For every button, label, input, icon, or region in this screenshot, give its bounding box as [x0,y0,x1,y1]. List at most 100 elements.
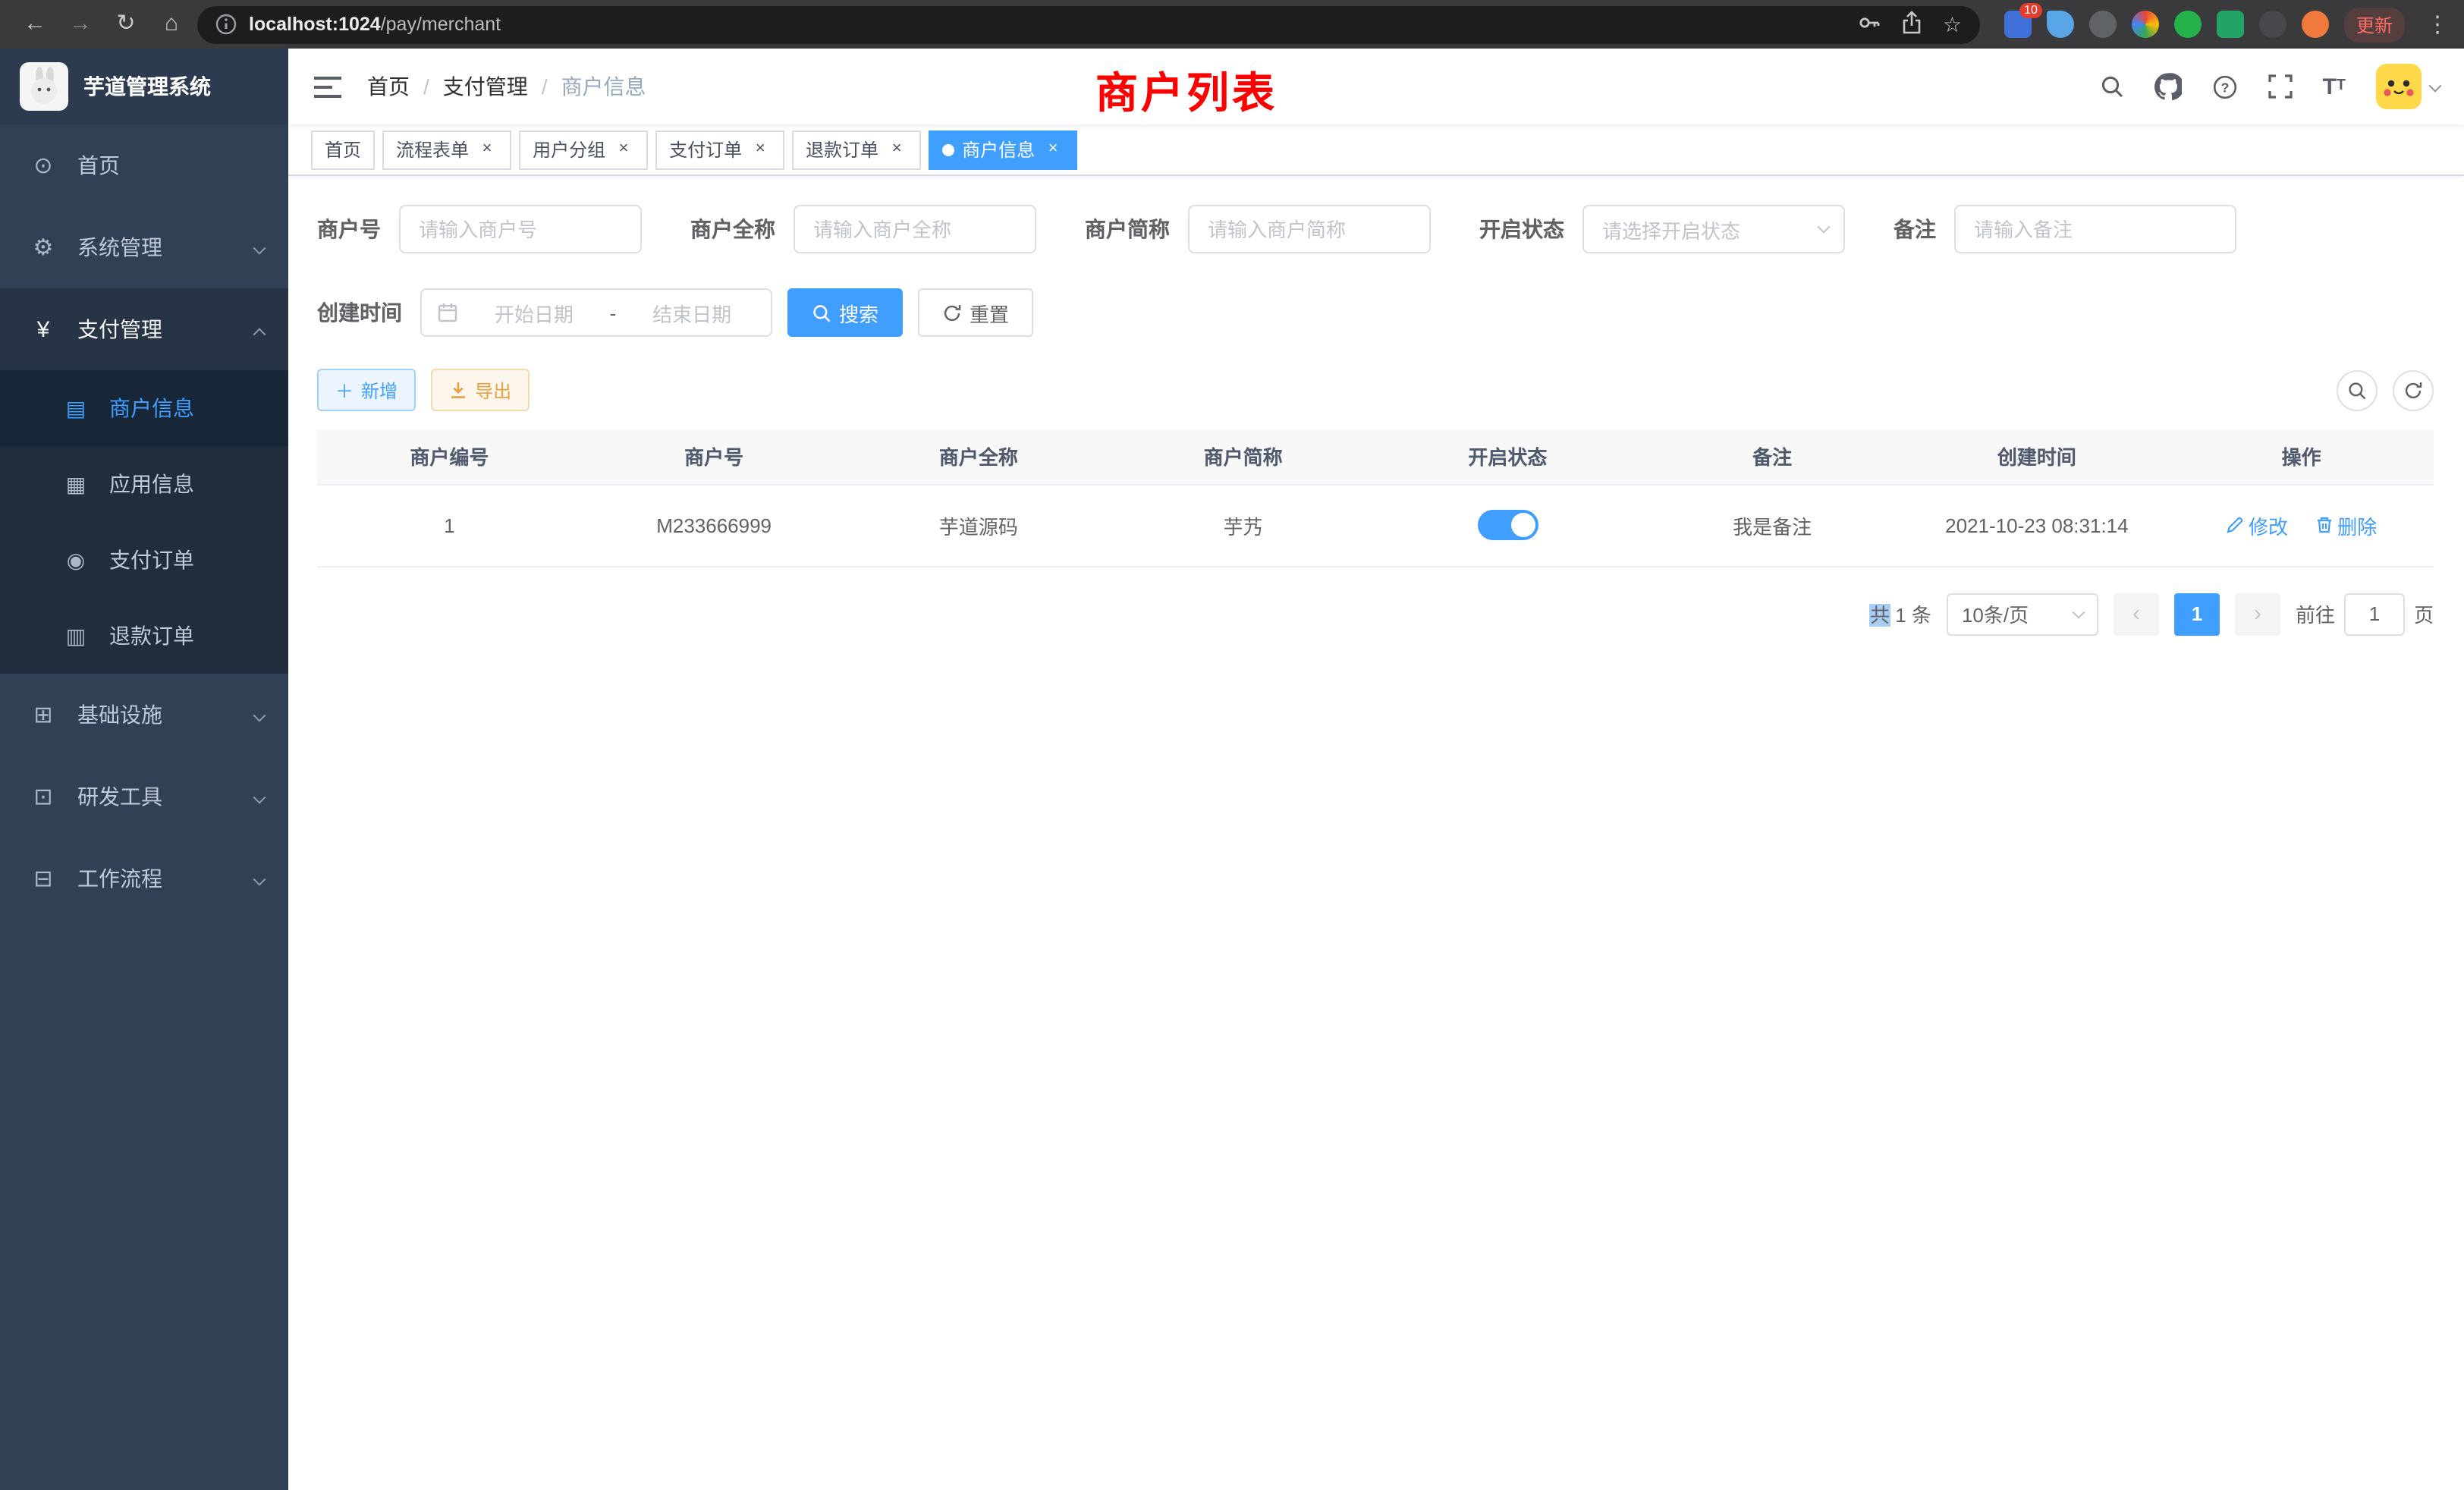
browser-update-button[interactable]: 更新 [2344,7,2405,42]
sidebar-item-system[interactable]: ⚙ 系统管理 [0,206,288,288]
tab-label: 流程表单 [396,137,469,162]
sidebar-item-payment[interactable]: ¥ 支付管理 [0,288,288,370]
extension-icon[interactable] [2089,11,2117,38]
extension-icon[interactable] [2259,11,2286,38]
tab-label: 退款订单 [806,137,878,162]
site-info-icon[interactable] [215,14,237,35]
font-size-icon[interactable]: TT [2322,75,2346,98]
fullscreen-icon[interactable] [2268,74,2292,99]
show-search-icon[interactable] [2337,369,2378,410]
create-time-label: 创建时间 [317,297,402,328]
tab-label: 商户信息 [962,137,1035,162]
edit-button[interactable]: 修改 [2226,511,2288,539]
date-range-picker[interactable]: 开始日期 - 结束日期 [420,288,772,337]
goto-page-input[interactable] [2344,593,2405,635]
page-1-button[interactable]: 1 [2174,593,2220,635]
search-icon[interactable] [2099,74,2123,99]
export-button-label: 导出 [475,377,511,403]
refresh-icon[interactable] [2393,369,2434,410]
address-bar[interactable]: localhost:1024/pay/merchant ☆ [197,5,1980,43]
extension-icon[interactable] [2132,11,2159,38]
toolbox-icon: ⊡ [30,783,56,810]
tab-pay-orders[interactable]: 支付订单× [655,130,784,169]
tab-label: 首页 [325,137,361,162]
merchant-table: 商户编号 商户号 商户全称 商户简称 开启状态 备注 创建时间 操作 1 [317,429,2434,567]
briefcase-icon: ⊟ [30,865,56,892]
breadcrumb-home[interactable]: 首页 [367,71,410,102]
cell-full-name: 芋道源码 [847,484,1111,566]
hamburger-icon[interactable] [313,74,343,99]
extension-badge: 10 [2019,3,2042,18]
yen-icon: ¥ [30,316,56,342]
sidebar-item-pay-orders[interactable]: ◉ 支付订单 [0,522,288,598]
cell-actions: 修改 删除 [2169,484,2434,566]
breadcrumb-payment[interactable]: 支付管理 [443,71,528,102]
sidebar-item-label: 首页 [77,150,120,181]
page-size-select[interactable]: 10条/页 [1947,593,2098,635]
remark-input[interactable] [1954,205,2236,253]
tab-home[interactable]: 首页 [311,130,375,169]
extension-icon[interactable] [2174,11,2202,38]
merchant-no-input[interactable] [399,205,642,253]
next-page-button[interactable]: › [2235,593,2280,635]
tab-merchant-info[interactable]: 商户信息 × [929,130,1077,169]
export-button[interactable]: 导出 [431,369,530,411]
status-select[interactable]: 请选择开启状态 [1582,205,1845,253]
cell-create-time: 2021-10-23 08:31:14 [1905,484,2170,566]
pagination-total: 共 1 条 [1870,599,1931,628]
home-icon[interactable]: ⌂ [152,0,191,49]
extension-icon[interactable] [2217,11,2244,38]
close-icon[interactable]: × [613,139,634,160]
cell-seq: 1 [317,484,582,566]
extensions-area: 10 更新 ⋮ [2004,7,2449,42]
active-dot [942,143,954,156]
merchant-fullname-input[interactable] [794,205,1036,253]
tab-label: 用户分组 [533,137,605,162]
url-path: /pay/merchant [381,14,501,35]
user-menu[interactable] [2376,64,2440,109]
search-button[interactable]: 搜索 [787,288,903,337]
extension-icon[interactable] [2302,11,2329,38]
logo-image [20,62,68,111]
sidebar-item-workflow[interactable]: ⊟ 工作流程 [0,838,288,919]
sidebar-item-refund-orders[interactable]: ▥ 退款订单 [0,598,288,674]
extension-icon[interactable]: 10 [2004,11,2032,38]
close-icon[interactable]: × [750,139,771,160]
col-status: 开启状态 [1375,429,1640,484]
extension-icon[interactable] [2047,11,2074,38]
reload-icon[interactable]: ↻ [106,0,146,49]
breadcrumb-current: 商户信息 [561,71,646,102]
close-icon[interactable]: × [886,139,907,160]
tab-process-form[interactable]: 流程表单 × [382,130,511,169]
reset-button[interactable]: 重置 [918,288,1033,337]
github-icon[interactable] [2154,73,2181,100]
calendar-icon [437,302,458,323]
sidebar-item-dev-tools[interactable]: ⊡ 研发工具 [0,756,288,838]
sidebar-item-home[interactable]: ⊙ 首页 [0,124,288,206]
status-toggle[interactable] [1477,510,1538,540]
back-icon[interactable]: ← [15,0,55,49]
delete-button[interactable]: 删除 [2315,511,2377,539]
cell-short-name: 芋艿 [1111,484,1375,566]
forward-icon[interactable]: → [61,0,100,49]
sidebar-item-app-info[interactable]: ▦ 应用信息 [0,446,288,522]
browser-menu-icon[interactable]: ⋮ [2426,11,2449,38]
date-end-placeholder: 结束日期 [628,298,756,327]
tab-refund-orders[interactable]: 退款订单 × [792,130,921,169]
col-create-time: 创建时间 [1905,429,2170,484]
status-label: 开启状态 [1479,214,1564,244]
close-icon[interactable]: × [1042,139,1064,160]
sidebar-item-infrastructure[interactable]: ⊞ 基础设施 [0,674,288,756]
password-key-icon[interactable] [1858,10,1882,39]
remark-label: 备注 [1894,214,1936,244]
prev-page-button[interactable]: ‹ [2114,593,2159,635]
help-icon[interactable]: ? [2211,74,2237,99]
merchant-shortname-input[interactable] [1188,205,1431,253]
add-button[interactable]: ＋ 新增 [317,369,416,411]
close-icon[interactable]: × [476,139,498,160]
share-icon[interactable] [1902,10,1923,39]
tab-user-group[interactable]: 用户分组 × [519,130,648,169]
sidebar-item-label: 研发工具 [77,781,162,812]
sidebar-item-merchant-info[interactable]: ▤ 商户信息 [0,370,288,446]
bookmark-star-icon[interactable]: ☆ [1943,11,1962,37]
